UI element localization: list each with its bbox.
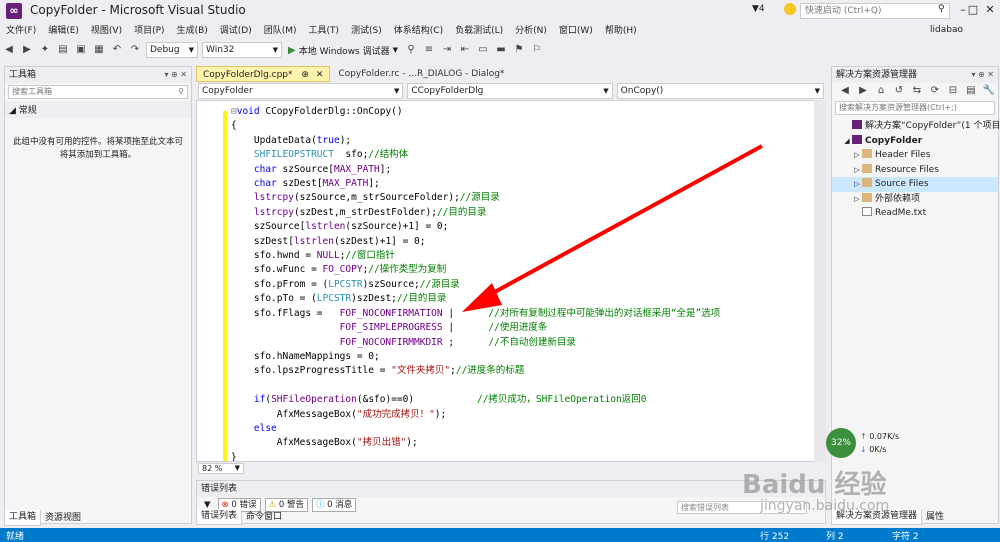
up-arrow-icon: ↑: [860, 432, 867, 441]
folder-icon: [862, 163, 872, 173]
chevron-down-icon: ▼: [234, 463, 240, 472]
collapsed-icon[interactable]: ▷: [852, 177, 862, 192]
sync-icon[interactable]: ⇆: [910, 84, 924, 98]
solution-explorer-search-input[interactable]: 搜索解决方案资源管理器(Ctrl+;): [835, 101, 995, 115]
baidu-watermark: Baidu 经验: [742, 470, 887, 500]
tree-item-resource-files[interactable]: ▷ Resource Files: [832, 163, 998, 178]
collapse-all-icon[interactable]: ⊟: [946, 84, 960, 98]
upload-speed: ↑ 0.07K/s: [860, 432, 900, 441]
collapsed-icon[interactable]: ▷: [852, 192, 862, 207]
arrow-head: [462, 283, 502, 312]
properties-icon[interactable]: 🔧: [982, 84, 996, 98]
solution-icon: [852, 120, 862, 129]
error-list-panel: 错误列表 ▼ ⊗ 0 错误 ⚠ 0 警告 ⓘ 0 消息 搜索错误列表: [196, 480, 826, 524]
tree-item-external-dependencies[interactable]: ▷ 外部依赖项: [832, 192, 998, 207]
down-arrow-icon: ↓: [860, 445, 867, 454]
show-all-files-icon[interactable]: ▤: [964, 84, 978, 98]
text-file-icon: [862, 207, 872, 216]
messages-filter-button[interactable]: ⓘ 0 消息: [311, 498, 357, 512]
network-speed-widget[interactable]: 32% ↑ 0.07K/s ↓ 0K/s: [826, 428, 906, 462]
tree-item-project[interactable]: ◢ CopyFolder: [832, 134, 998, 149]
refresh-icon[interactable]: ⟳: [928, 84, 942, 98]
collapsed-icon[interactable]: ▷: [852, 163, 862, 178]
baidu-watermark-url: jingyan.baidu.com: [760, 498, 890, 514]
solution-tree: 解决方案“CopyFolder”(1 个项目) ◢ CopyFolder ▷ Hea…: [832, 117, 1000, 221]
tree-item-solution[interactable]: 解决方案“CopyFolder”(1 个项目): [832, 119, 1000, 134]
panel-controls-icon[interactable]: ▾ ⊕ ✕: [971, 67, 994, 83]
project-icon: [852, 134, 862, 144]
status-column: 列 2: [826, 531, 844, 542]
status-ready: 就绪: [6, 531, 25, 542]
editor-zoom-bar: 82 % ▼: [196, 462, 826, 474]
warning-icon: ⚠: [268, 500, 277, 510]
error-list-header: 错误列表: [197, 481, 825, 497]
back-icon[interactable]: ◀: [838, 84, 852, 98]
bottom-dock-tabs: 错误列表 命令窗口: [196, 509, 286, 525]
status-line: 行 252: [760, 531, 790, 542]
speed-percent-badge: 32%: [826, 428, 856, 458]
tree-item-source-files[interactable]: ▷ Source Files: [832, 177, 998, 192]
solution-explorer-toolbar: ◀ ▶ ⌂ ↺ ⇆ ⟳ ⊟ ▤ 🔧: [832, 83, 998, 99]
history-icon[interactable]: ↺: [892, 84, 906, 98]
expanded-icon[interactable]: ◢: [842, 134, 852, 149]
folder-icon: [862, 178, 872, 187]
home-icon[interactable]: ⌂: [874, 84, 888, 98]
arrow-shaft: [479, 144, 763, 302]
tree-item-header-files[interactable]: ▷ Header Files: [832, 148, 998, 163]
folder-icon: [862, 192, 872, 202]
status-char: 字符 2: [892, 531, 919, 542]
info-icon: ⓘ: [315, 500, 325, 510]
zoom-select[interactable]: 82 % ▼: [198, 462, 244, 474]
tab-command-window[interactable]: 命令窗口: [242, 510, 286, 525]
download-speed: ↓ 0K/s: [860, 445, 887, 454]
tab-properties[interactable]: 属性: [922, 510, 948, 525]
tab-error-list[interactable]: 错误列表: [196, 509, 243, 525]
forward-icon[interactable]: ▶: [856, 84, 870, 98]
folder-icon: [862, 149, 872, 158]
status-bar: 就绪 行 252 列 2 字符 2: [0, 528, 1000, 542]
solution-explorer-header: 解决方案资源管理器 ▾ ⊕ ✕: [832, 67, 998, 83]
tree-item-readme[interactable]: ReadMe.txt: [832, 206, 998, 221]
collapsed-icon[interactable]: ▷: [852, 148, 862, 163]
